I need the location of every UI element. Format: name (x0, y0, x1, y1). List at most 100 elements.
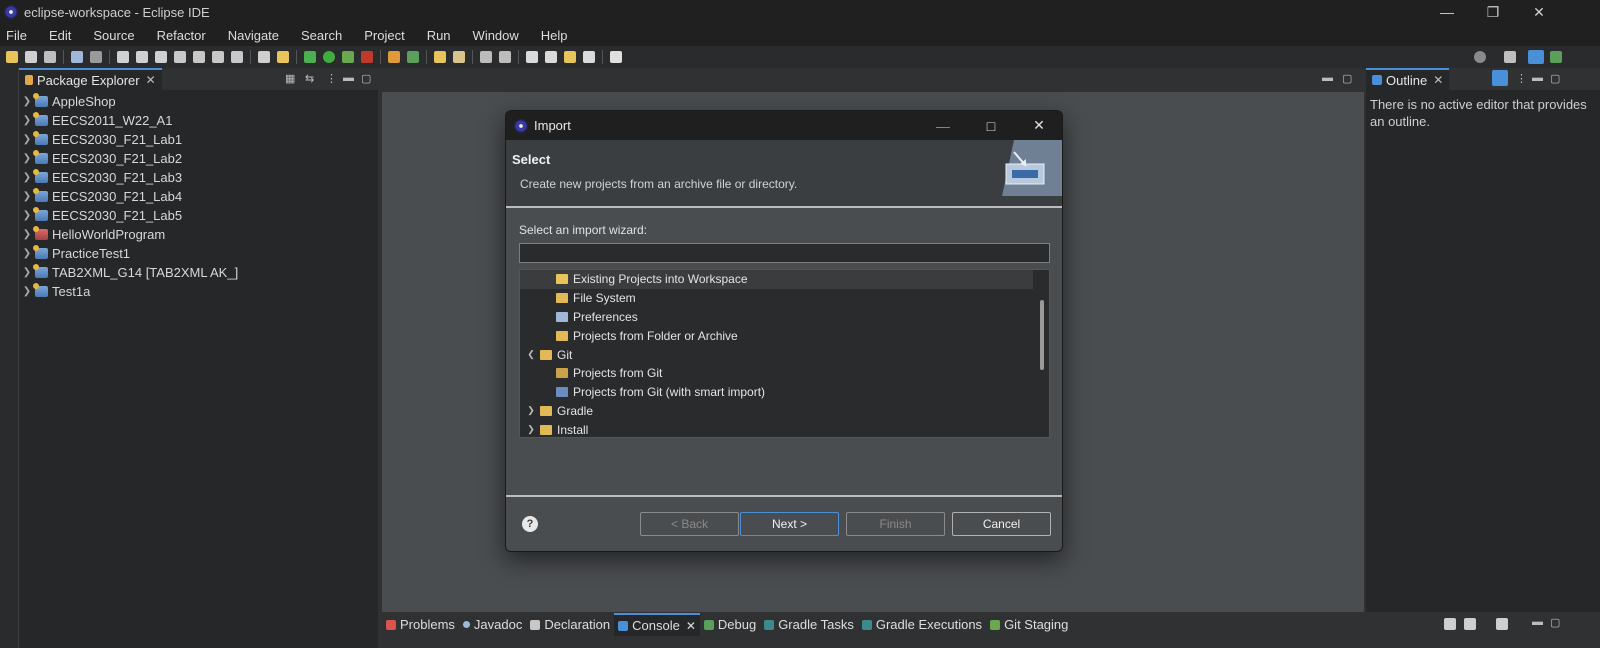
tree-item-project[interactable]: ❯ Test1a (19, 282, 378, 301)
new-console-icon[interactable] (1496, 618, 1508, 630)
menu-help[interactable]: Help (541, 28, 568, 43)
back-button[interactable]: < Back (640, 512, 739, 536)
open-folder-icon[interactable] (434, 51, 446, 63)
wizard-filter-input[interactable] (519, 243, 1050, 263)
tree-item-project[interactable]: ❯ TAB2XML_G14 [TAB2XML AK_] (19, 263, 378, 282)
chevron-right-icon[interactable]: ❯ (522, 405, 540, 416)
back-edit-icon[interactable] (526, 51, 538, 63)
tab-package-explorer[interactable]: Package Explorer ✕ (19, 68, 162, 90)
menu-search[interactable]: Search (301, 28, 342, 43)
menu-edit[interactable]: Edit (49, 28, 71, 43)
tree-item-project[interactable]: ❯ EECS2030_F21_Lab1 (19, 130, 378, 149)
tree-item-project[interactable]: ❯ HelloWorldProgram (19, 225, 378, 244)
close-tab-icon[interactable]: ✕ (686, 619, 696, 633)
tree-scrollbar[interactable] (1033, 270, 1049, 437)
minimize-editor-icon[interactable]: ▬ (1322, 72, 1333, 84)
wizard-category[interactable]: ❯ Install (520, 420, 1049, 437)
tab-gradle-executions[interactable]: Gradle Executions (858, 613, 986, 636)
open-console-icon[interactable] (1444, 618, 1456, 630)
menu-window[interactable]: Window (473, 28, 519, 43)
debug-perspective-icon[interactable] (1550, 51, 1562, 63)
annotation-icon[interactable] (480, 51, 492, 63)
maximize-view-icon[interactable]: ▢ (1550, 72, 1560, 85)
tree-item-project[interactable]: ❯ EECS2030_F21_Lab3 (19, 168, 378, 187)
tab-debug[interactable]: Debug (700, 613, 760, 636)
java-perspective-icon[interactable] (1528, 50, 1544, 64)
open-perspective-switch-icon[interactable] (1504, 51, 1516, 63)
disconnect-icon[interactable] (174, 51, 186, 63)
menu-project[interactable]: Project (364, 28, 404, 43)
step-over-icon[interactable] (212, 51, 224, 63)
save-icon[interactable] (25, 51, 37, 63)
close-tab-icon[interactable]: ✕ (1433, 73, 1443, 87)
external-tools-icon[interactable] (361, 51, 373, 63)
resume-icon[interactable] (117, 51, 129, 63)
tree-item-project[interactable]: ❯ EECS2030_F21_Lab2 (19, 149, 378, 168)
close-window-icon[interactable]: ✕ (1516, 0, 1562, 24)
collapse-all-icon[interactable]: ▦ (285, 72, 295, 85)
display-console-icon[interactable] (1464, 618, 1476, 630)
restore-icon[interactable]: ❐ (1470, 0, 1516, 24)
suspend-icon[interactable] (136, 51, 148, 63)
skip-breakpoints-icon[interactable] (90, 51, 102, 63)
dialog-close-icon[interactable]: ✕ (1016, 111, 1062, 140)
wizard-category[interactable]: ❯ Gradle (520, 402, 1049, 421)
forward-icon[interactable] (583, 51, 595, 63)
back-icon[interactable] (564, 51, 576, 63)
open-type-icon[interactable] (277, 51, 289, 63)
new-class-icon[interactable] (407, 51, 419, 63)
minimize-view-icon[interactable]: ▬ (1532, 72, 1543, 84)
pin-icon[interactable] (499, 51, 511, 63)
menu-run[interactable]: Run (427, 28, 451, 43)
chevron-right-icon[interactable]: ❯ (522, 424, 540, 435)
maximize-editor-area-icon[interactable]: ▢ (1342, 72, 1352, 85)
search-tool-icon[interactable] (453, 51, 465, 63)
wizard-item[interactable]: Existing Projects into Workspace (520, 270, 1049, 289)
run-icon[interactable] (323, 51, 335, 63)
coverage-icon[interactable] (342, 51, 354, 63)
debug-icon[interactable] (304, 51, 316, 63)
forward-edit-icon[interactable] (545, 51, 557, 63)
open-perspective-icon[interactable] (258, 51, 270, 63)
terminal-icon[interactable] (71, 51, 83, 63)
tab-javadoc[interactable]: Javadoc (459, 613, 526, 636)
maximize-editor-icon[interactable] (610, 51, 622, 63)
step-into-icon[interactable] (193, 51, 205, 63)
minimize-icon[interactable]: — (1424, 0, 1470, 24)
tree-item-project[interactable]: ❯ AppleShop (19, 92, 378, 111)
wizard-item[interactable]: Projects from Git (with smart import) (520, 383, 1049, 402)
tab-declaration[interactable]: Declaration (526, 613, 614, 636)
tree-item-project[interactable]: ❯ EECS2030_F21_Lab4 (19, 187, 378, 206)
chevron-down-icon[interactable]: ❮ (522, 349, 540, 360)
search-icon[interactable] (1474, 51, 1486, 63)
new-java-project-icon[interactable] (388, 51, 400, 63)
maximize-panel-icon[interactable]: ▢ (1550, 616, 1560, 629)
tab-gradle-tasks[interactable]: Gradle Tasks (760, 613, 858, 636)
help-icon[interactable]: ? (522, 516, 538, 532)
next-button[interactable]: Next > (740, 512, 839, 536)
tree-item-project[interactable]: ❯ EECS2011_W22_A1 (19, 111, 378, 130)
maximize-view-icon[interactable]: ▢ (361, 72, 371, 85)
tree-item-project[interactable]: ❯ EECS2030_F21_Lab5 (19, 206, 378, 225)
link-with-editor-icon[interactable]: ⇆ (305, 72, 314, 85)
close-tab-icon[interactable]: ✕ (146, 73, 156, 87)
new-icon[interactable] (6, 51, 18, 63)
menu-refactor[interactable]: Refactor (157, 28, 206, 43)
menu-file[interactable]: File (6, 28, 27, 43)
scrollbar-thumb[interactable] (1040, 300, 1044, 370)
tab-git-staging[interactable]: Git Staging (986, 613, 1072, 636)
minimize-panel-icon[interactable]: ▬ (1532, 616, 1543, 628)
tree-item-project[interactable]: ❯ PracticeTest1 (19, 244, 378, 263)
tab-outline[interactable]: Outline ✕ (1366, 68, 1450, 90)
menu-navigate[interactable]: Navigate (228, 28, 279, 43)
dialog-maximize-icon[interactable]: □ (968, 111, 1014, 140)
tab-problems[interactable]: Problems (382, 613, 459, 636)
minimize-view-icon[interactable]: ▬ (343, 72, 354, 84)
view-menu-icon[interactable]: ⋮ (326, 72, 337, 85)
wizard-item[interactable]: File System (520, 289, 1049, 308)
tab-console[interactable]: Console ✕ (614, 613, 700, 636)
step-return-icon[interactable] (231, 51, 243, 63)
cancel-button[interactable]: Cancel (952, 512, 1051, 536)
save-all-icon[interactable] (44, 51, 56, 63)
wizard-category[interactable]: ❮ Git (520, 345, 1049, 364)
